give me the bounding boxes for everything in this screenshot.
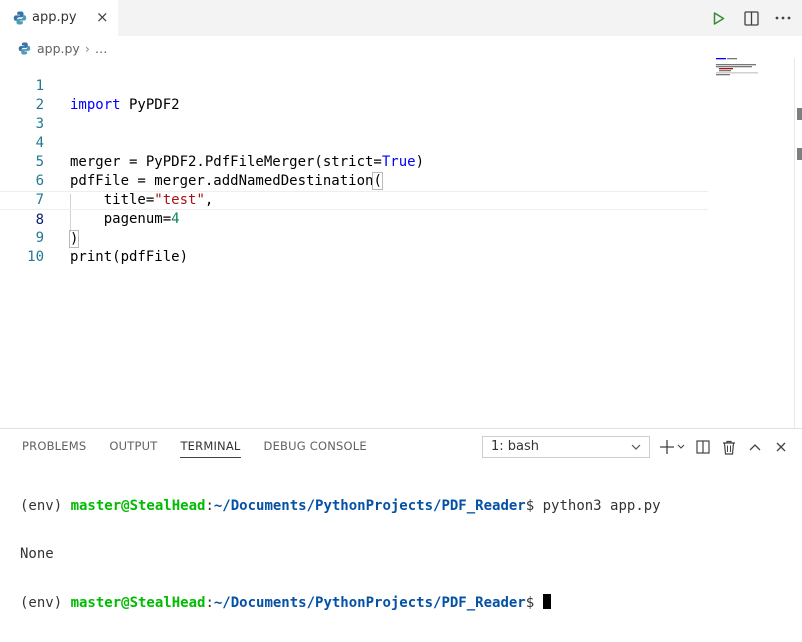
- terminal-user: master@StealHead: [70, 595, 206, 611]
- split-terminal-icon[interactable]: [692, 437, 714, 457]
- code-text: print(pdfFile): [70, 249, 189, 265]
- code-line: 10: [0, 229, 708, 265]
- editor-tab-bar: app.py ×: [0, 0, 802, 36]
- maximize-panel-icon[interactable]: [744, 437, 766, 457]
- chevron-right-icon: ›: [84, 40, 90, 56]
- more-icon[interactable]: [774, 9, 792, 27]
- terminal-cursor: [542, 594, 551, 609]
- chevron-down-icon: [631, 437, 641, 464]
- close-tab-icon[interactable]: ×: [96, 9, 109, 25]
- terminal-user: master@StealHead: [70, 498, 206, 514]
- terminal-line: (env) master@StealHead:~/Documents/Pytho…: [20, 498, 661, 514]
- line-number: 10: [27, 249, 44, 265]
- code-line: 9 print(pdfFile): [0, 210, 708, 265]
- tab-label: app.py: [32, 10, 77, 25]
- tab-output[interactable]: OUTPUT: [109, 439, 157, 458]
- code-line: 5 pdfFile = merger.addNamedDestination(: [0, 134, 708, 190]
- terminal-prompt: $: [525, 595, 543, 611]
- breadcrumb-more[interactable]: …: [95, 41, 108, 56]
- new-terminal-icon[interactable]: [658, 437, 688, 457]
- env-prefix: (env): [20, 498, 71, 514]
- tab-problems[interactable]: PROBLEMS: [22, 439, 86, 458]
- python-file-icon: [18, 41, 31, 55]
- terminal-colon: :: [205, 595, 214, 611]
- code-line: 7 pagenum=4: [0, 172, 708, 227]
- trash-icon[interactable]: [718, 437, 740, 457]
- breadcrumb-file[interactable]: app.py: [37, 41, 80, 56]
- scroll-marker: [797, 108, 802, 120]
- panel-tabs: PROBLEMS OUTPUT TERMINAL DEBUG CONSOLE: [22, 439, 390, 458]
- code-line: 6 title="test",: [0, 153, 708, 208]
- terminal-output-text: None: [20, 546, 54, 562]
- close-panel-icon[interactable]: [770, 437, 792, 457]
- scroll-marker: [797, 148, 802, 160]
- current-line: 8 ): [0, 191, 708, 248]
- code-editor[interactable]: 1 import PyPDF2 2 3 4 merger = PyPDF2.Pd…: [0, 58, 712, 430]
- terminal-path: ~/Documents/PythonProjects/PDF_Reader: [213, 595, 526, 611]
- minimap[interactable]: [714, 57, 794, 97]
- editor-scrollbar[interactable]: [794, 58, 802, 428]
- python-file-icon: [13, 11, 27, 25]
- tab-app-py[interactable]: app.py ×: [0, 0, 118, 36]
- panel-actions: [658, 437, 796, 457]
- terminal-command: python3 app.py: [542, 498, 661, 514]
- play-icon[interactable]: [710, 9, 728, 27]
- terminal-line: (env) master@StealHead:~/Documents/Pytho…: [20, 594, 661, 611]
- terminal-output[interactable]: (env) master@StealHead:~/Documents/Pytho…: [20, 466, 661, 642]
- terminal-colon: :: [205, 498, 214, 514]
- terminal-select[interactable]: 1: bash: [482, 436, 650, 458]
- tab-debug-console[interactable]: DEBUG CONSOLE: [264, 439, 367, 458]
- bottom-panel: PROBLEMS OUTPUT TERMINAL DEBUG CONSOLE 1…: [0, 428, 802, 611]
- breadcrumb: app.py › …: [18, 38, 107, 58]
- terminal-path: ~/Documents/PythonProjects/PDF_Reader: [213, 498, 526, 514]
- terminal-prompt: $: [525, 498, 543, 514]
- env-prefix: (env): [20, 595, 71, 611]
- split-editor-icon[interactable]: [742, 9, 760, 27]
- code-line: 4 merger = PyPDF2.PdfFileMerger(strict=T…: [0, 115, 708, 170]
- terminal-select-value: 1: bash: [491, 439, 540, 454]
- code-line: 2: [0, 77, 708, 113]
- tab-terminal[interactable]: TERMINAL: [180, 439, 241, 458]
- terminal-line: None: [20, 546, 661, 562]
- editor-actions: [710, 9, 792, 27]
- code-line: 1 import PyPDF2: [0, 58, 708, 113]
- code-line: 3: [0, 96, 708, 132]
